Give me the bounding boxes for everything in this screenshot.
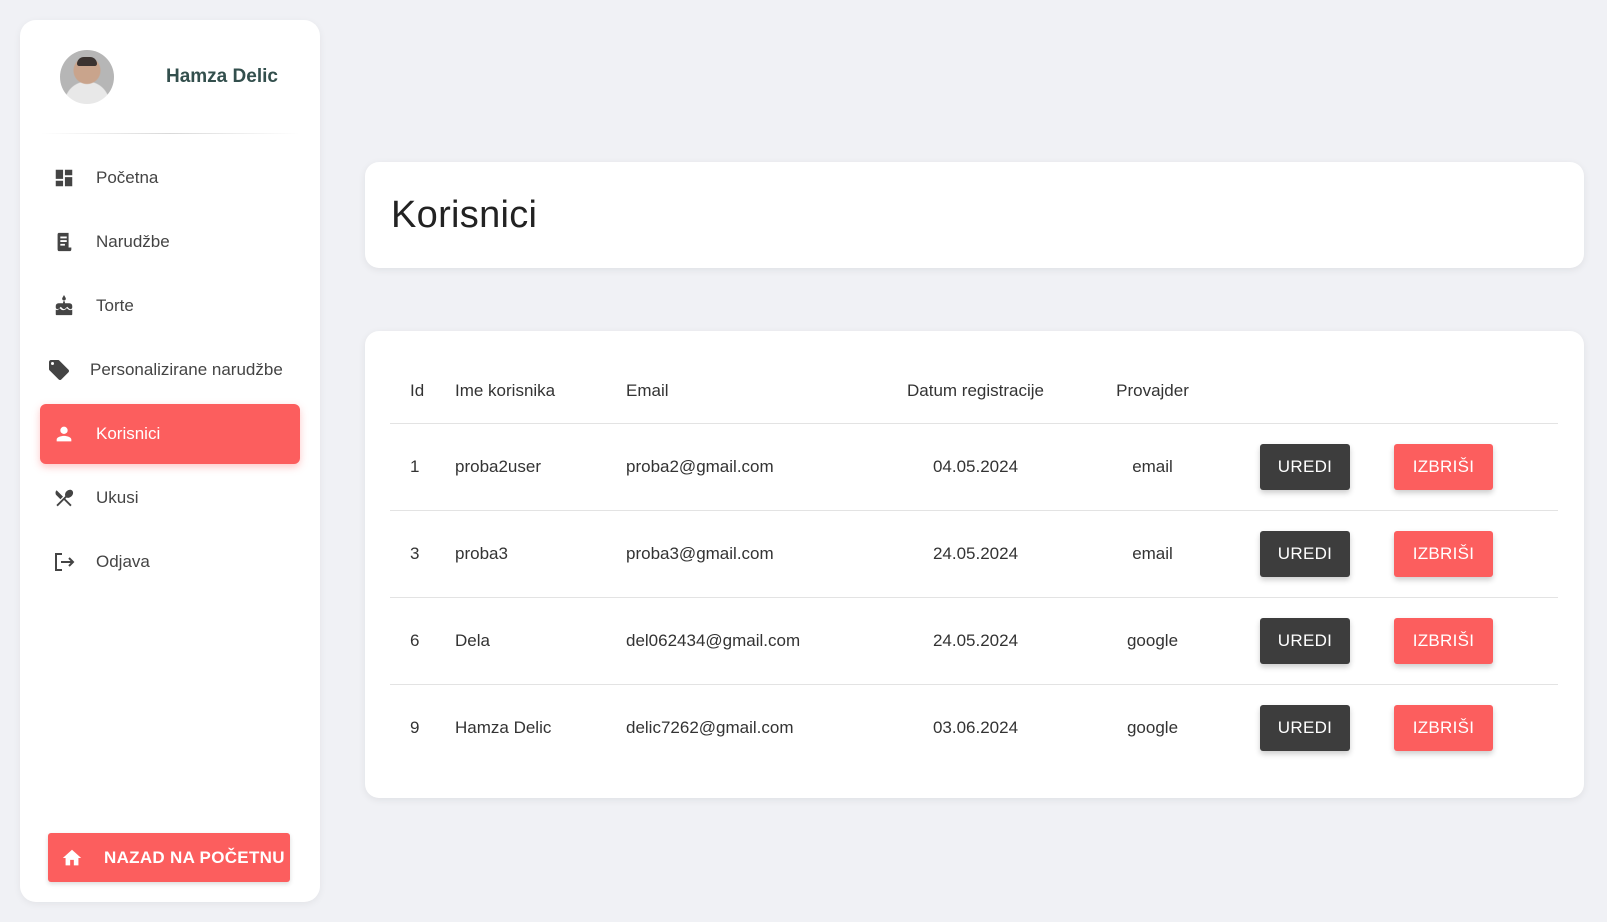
column-header-email: Email (626, 359, 874, 424)
edit-button[interactable]: UREDI (1260, 530, 1350, 577)
cell-edit: UREDI (1228, 510, 1382, 598)
sidebar-item-label: Ukusi (96, 488, 139, 507)
edit-button[interactable]: UREDI (1260, 617, 1350, 664)
cell-name: proba2user (455, 423, 626, 511)
tag-icon (47, 358, 71, 382)
delete-button[interactable]: IZBRIŠI (1394, 617, 1493, 664)
receipt-icon (52, 230, 76, 254)
page-title: Korisnici (391, 193, 538, 236)
dashboard-icon (52, 166, 76, 190)
cell-provider: google (1126, 717, 1179, 737)
cell-name: Hamza Delic (455, 717, 552, 737)
delete-button[interactable]: IZBRIŠI (1394, 530, 1493, 577)
cell-delete: IZBRIŠI (1382, 423, 1558, 511)
sidebar-item-label: Odjava (96, 552, 150, 571)
cell-edit: UREDI (1228, 423, 1382, 511)
sidebar-item-label: Početna (96, 168, 159, 187)
logout-icon (52, 550, 76, 574)
table-row: 6 Dela del062434@gmail.com 24.05.2024 go… (390, 597, 1558, 685)
column-header-edit (1228, 359, 1382, 424)
delete-button[interactable]: IZBRIŠI (1394, 443, 1493, 490)
sidebar-item-ukusi[interactable]: Ukusi (40, 468, 300, 528)
table-header-row: Id Ime korisnika Email Datum registracij… (390, 359, 1558, 424)
sidebar-item-pocetna[interactable]: Početna (40, 148, 300, 208)
cell-id: 6 (390, 597, 455, 685)
sidebar: Hamza Delic Početna Narudžbe Torte Perso… (20, 20, 320, 902)
profile-name: Hamza Delic (166, 66, 278, 87)
cell-id: 9 (410, 717, 420, 737)
column-header-id: Id (390, 359, 455, 424)
edit-button[interactable]: UREDI (1260, 443, 1350, 490)
cell-delete: IZBRIŠI (1382, 597, 1558, 685)
cell-delete: IZBRIŠI (1382, 684, 1558, 771)
sidebar-item-personalizirane[interactable]: Personalizirane narudžbe (40, 340, 300, 400)
cell-date: 24.05.2024 (874, 510, 1077, 598)
cell-delete: IZBRIŠI (1382, 510, 1558, 598)
cell-email: proba3@gmail.com (626, 510, 874, 598)
sidebar-item-label: Narudžbe (96, 232, 170, 251)
sidebar-item-label: Personalizirane narudžbe (90, 360, 283, 379)
sidebar-item-narudzbe[interactable]: Narudžbe (40, 212, 300, 272)
cell-email: del062434@gmail.com (626, 597, 874, 685)
sidebar-item-korisnici[interactable]: Korisnici (40, 404, 300, 464)
cell-id: 3 (390, 510, 455, 598)
cake-icon (52, 294, 76, 318)
cell-date: 24.05.2024 (874, 597, 1077, 685)
back-home-button[interactable]: NAZAD NA POČETNU (48, 833, 290, 882)
avatar[interactable] (60, 50, 114, 104)
cell-provider: google (1077, 597, 1228, 685)
table-row: 9 Hamza Delic delic7262@gmail.com 03.06.… (390, 684, 1558, 771)
table-row: 3 proba3 proba3@gmail.com 24.05.2024 ema… (390, 510, 1558, 598)
home-icon (60, 846, 84, 870)
cell-email: delic7262@gmail.com (626, 717, 794, 737)
sidebar-nav: Početna Narudžbe Torte Personalizirane n… (20, 148, 320, 592)
cell-edit: UREDI (1228, 597, 1382, 685)
sidebar-item-label: Korisnici (96, 424, 161, 443)
cell-id: 1 (390, 423, 455, 511)
profile-header: Hamza Delic (20, 20, 320, 134)
cell-provider: email (1077, 510, 1228, 598)
cell-date: 04.05.2024 (874, 423, 1077, 511)
utensils-icon (52, 486, 76, 510)
sidebar-item-label: Torte (96, 296, 134, 315)
sidebar-item-odjava[interactable]: Odjava (40, 532, 300, 592)
users-table: Id Ime korisnika Email Datum registracij… (390, 359, 1558, 771)
back-home-label: NAZAD NA POČETNU (104, 847, 285, 867)
column-header-provider: Provajder (1077, 359, 1228, 424)
cell-edit: UREDI (1228, 684, 1382, 771)
cell-email: proba2@gmail.com (626, 423, 874, 511)
table-row: 1 proba2user proba2@gmail.com 04.05.2024… (390, 423, 1558, 511)
cell-name: proba3 (455, 510, 626, 598)
divider (40, 133, 300, 134)
page-header: Korisnici (365, 162, 1584, 268)
cell-date: 03.06.2024 (932, 717, 1019, 737)
column-header-name: Ime korisnika (455, 359, 626, 424)
column-header-delete (1382, 359, 1558, 424)
cell-provider: email (1077, 423, 1228, 511)
users-table-card: Id Ime korisnika Email Datum registracij… (365, 331, 1584, 798)
delete-button[interactable]: IZBRIŠI (1394, 704, 1493, 751)
edit-button[interactable]: UREDI (1260, 704, 1350, 751)
cell-name: Dela (455, 597, 626, 685)
column-header-date: Datum registracije (874, 359, 1077, 424)
person-icon (52, 422, 76, 446)
sidebar-item-torte[interactable]: Torte (40, 276, 300, 336)
